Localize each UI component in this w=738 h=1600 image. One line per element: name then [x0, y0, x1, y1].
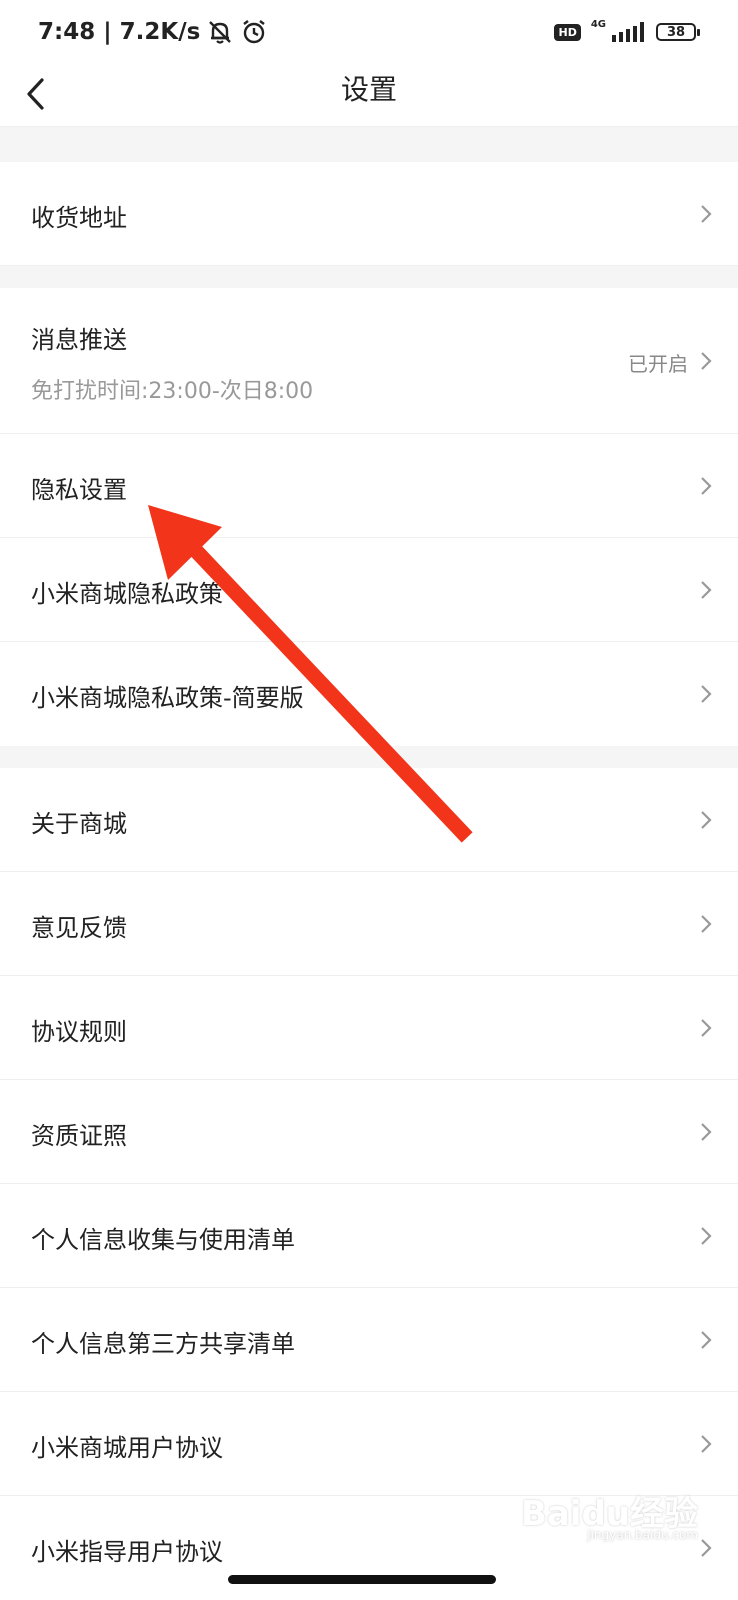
row-label: 隐私设置	[31, 476, 127, 504]
status-bar: 7:48 | 7.2K/s HD 4G 38	[0, 0, 738, 64]
settings-row-third-party-list[interactable]: 个人信息第三方共享清单	[0, 1288, 738, 1392]
status-time-speed: 7:48 | 7.2K/s	[38, 19, 201, 45]
battery-indicator: 38	[656, 23, 700, 41]
chevron-right-icon	[701, 477, 712, 495]
settings-row-qualification[interactable]: 资质证照	[0, 1080, 738, 1184]
chevron-right-icon	[701, 1539, 712, 1557]
nav-bar: 设置	[0, 64, 738, 127]
bell-muted-icon	[209, 21, 232, 44]
chevron-right-icon	[701, 352, 712, 370]
settings-row-privacy-policy-brief[interactable]: 小米商城隐私政策-简要版	[0, 642, 738, 746]
row-label: 收货地址	[31, 204, 127, 232]
chevron-right-icon	[701, 1227, 712, 1245]
chevron-right-icon	[701, 1331, 712, 1349]
settings-row-privacy[interactable]: 隐私设置	[0, 434, 738, 538]
chevron-right-icon	[701, 581, 712, 599]
row-label: 个人信息收集与使用清单	[31, 1226, 295, 1254]
chevron-right-icon	[701, 1019, 712, 1037]
row-label: 关于商城	[31, 810, 127, 838]
settings-row-address[interactable]: 收货地址	[0, 162, 738, 266]
settings-row-user-agreement[interactable]: 小米商城用户协议	[0, 1392, 738, 1496]
network-label: 4G	[590, 18, 606, 30]
settings-row-about[interactable]: 关于商城	[0, 768, 738, 872]
row-label: 协议规则	[31, 1018, 127, 1046]
home-indicator[interactable]	[228, 1575, 496, 1584]
status-right: HD 4G 38	[554, 18, 700, 43]
row-subtitle: 免打扰时间:23:00-次日8:00	[31, 379, 314, 404]
settings-row-privacy-policy[interactable]: 小米商城隐私政策	[0, 538, 738, 642]
section-divider	[0, 127, 738, 162]
settings-row-personal-info-list[interactable]: 个人信息收集与使用清单	[0, 1184, 738, 1288]
settings-row-push[interactable]: 消息推送 免打扰时间:23:00-次日8:00 已开启	[0, 288, 738, 434]
section-divider	[0, 266, 738, 288]
alarm-icon	[243, 20, 266, 44]
row-label: 个人信息第三方共享清单	[31, 1330, 295, 1358]
chevron-right-icon	[701, 685, 712, 703]
settings-row-feedback[interactable]: 意见反馈	[0, 872, 738, 976]
chevron-right-icon	[701, 811, 712, 829]
row-label: 消息推送	[31, 326, 127, 354]
section-divider	[0, 746, 738, 768]
hd-badge: HD	[554, 23, 581, 41]
row-label: 小米商城用户协议	[31, 1434, 223, 1462]
row-label: 资质证照	[31, 1122, 127, 1150]
page-title: 设置	[340, 73, 397, 106]
signal-icon	[612, 22, 644, 42]
settings-row-rules[interactable]: 协议规则	[0, 976, 738, 1080]
chevron-right-icon	[701, 1123, 712, 1141]
chevron-right-icon	[701, 205, 712, 223]
status-left: 7:48 | 7.2K/s	[38, 18, 268, 46]
baidu-watermark-url: jingyan.baidu.com	[587, 1528, 698, 1542]
row-label: 小米商城隐私政策	[31, 580, 223, 608]
row-label: 小米商城隐私政策-简要版	[31, 684, 304, 712]
chevron-right-icon	[701, 915, 712, 933]
chevron-right-icon	[701, 1435, 712, 1453]
row-label: 小米指导用户协议	[31, 1538, 223, 1566]
row-label: 意见反馈	[31, 914, 127, 942]
push-status-value: 已开启	[628, 352, 688, 376]
